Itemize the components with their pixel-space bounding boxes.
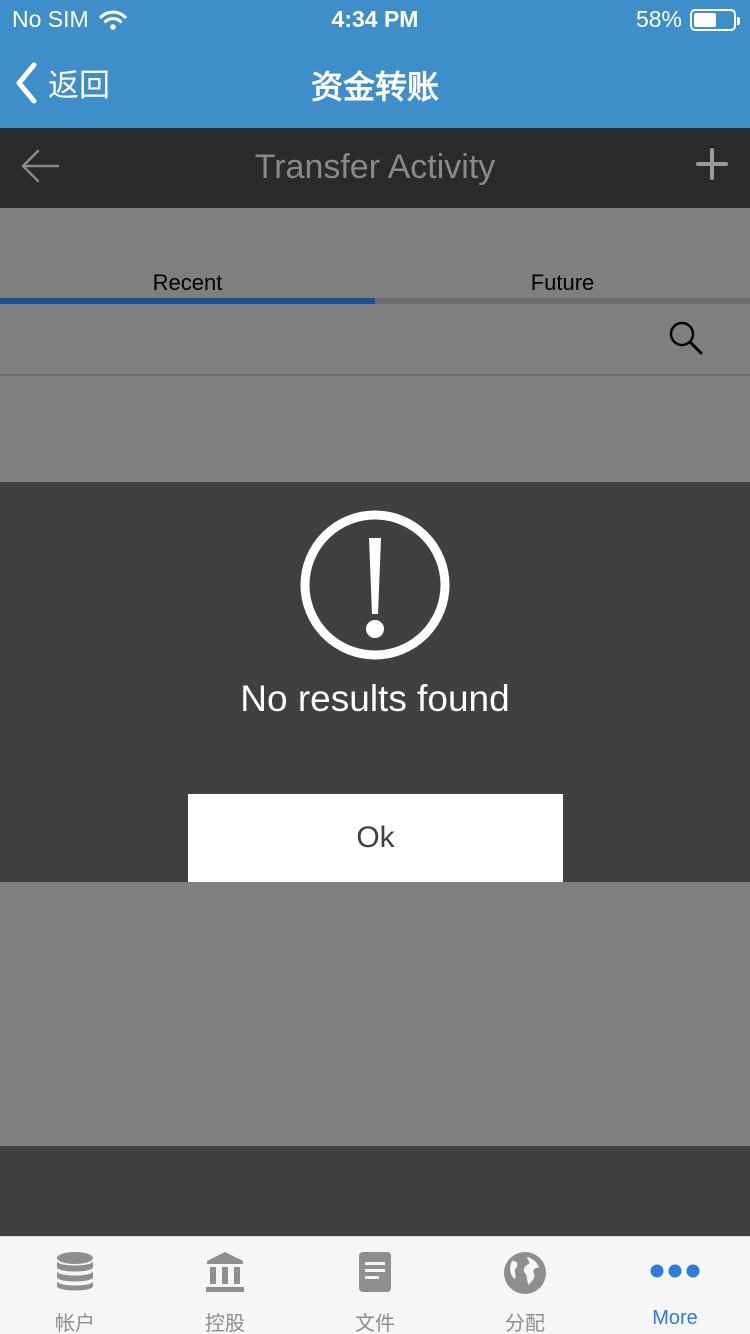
battery-icon	[690, 8, 740, 31]
tab-recent[interactable]: Recent	[0, 208, 375, 304]
bottom-tab-bar: 帐户 控股 文件 分配 More	[0, 1236, 750, 1334]
tabbar-item-accounts[interactable]: 帐户	[0, 1237, 150, 1334]
overlay-band	[0, 1146, 750, 1236]
app-header: Transfer Activity	[0, 128, 750, 208]
battery-group: 58%	[635, 6, 740, 33]
database-icon	[57, 1252, 93, 1291]
ios-top-bar: No SIM 4:34 PM 58% 返回 资金转账	[0, 0, 750, 128]
exclamation-circle-icon	[300, 510, 450, 660]
search-icon[interactable]	[668, 320, 704, 356]
tabbar-label: 文件	[355, 1313, 395, 1334]
tabbar-item-holdings[interactable]: 控股	[150, 1237, 300, 1334]
battery-percent: 58%	[635, 6, 682, 32]
more-dots-icon	[650, 1264, 700, 1278]
app-header-title: Transfer Activity	[254, 148, 496, 186]
tabbar-item-more[interactable]: More	[600, 1237, 750, 1334]
tabbar-label: More	[652, 1307, 698, 1329]
status-bar: No SIM 4:34 PM 58%	[0, 0, 750, 40]
tab-bar-top: Recent Future	[0, 208, 750, 304]
bank-icon	[206, 1252, 244, 1292]
alert-dialog: No results found Ok	[0, 482, 750, 882]
tabbar-item-allocation[interactable]: 分配	[450, 1237, 600, 1334]
dialog-message: No results found	[240, 678, 510, 719]
ok-button[interactable]: Ok	[188, 794, 563, 882]
document-icon	[359, 1252, 391, 1292]
tab-recent-label: Recent	[152, 270, 223, 295]
nav-title: 资金转账	[310, 69, 439, 105]
tabbar-label: 控股	[205, 1313, 245, 1334]
tabbar-item-documents[interactable]: 文件	[300, 1237, 450, 1334]
ios-nav-bar: 返回 资金转账	[0, 40, 750, 128]
tabbar-label: 帐户	[55, 1313, 95, 1334]
tab-future[interactable]: Future	[375, 208, 750, 304]
search-row	[0, 304, 750, 376]
tabbar-label: 分配	[505, 1313, 545, 1334]
globe-icon	[504, 1252, 546, 1294]
plus-icon[interactable]	[696, 148, 728, 180]
tab-future-label: Future	[530, 270, 595, 295]
battery-fill	[694, 12, 717, 27]
